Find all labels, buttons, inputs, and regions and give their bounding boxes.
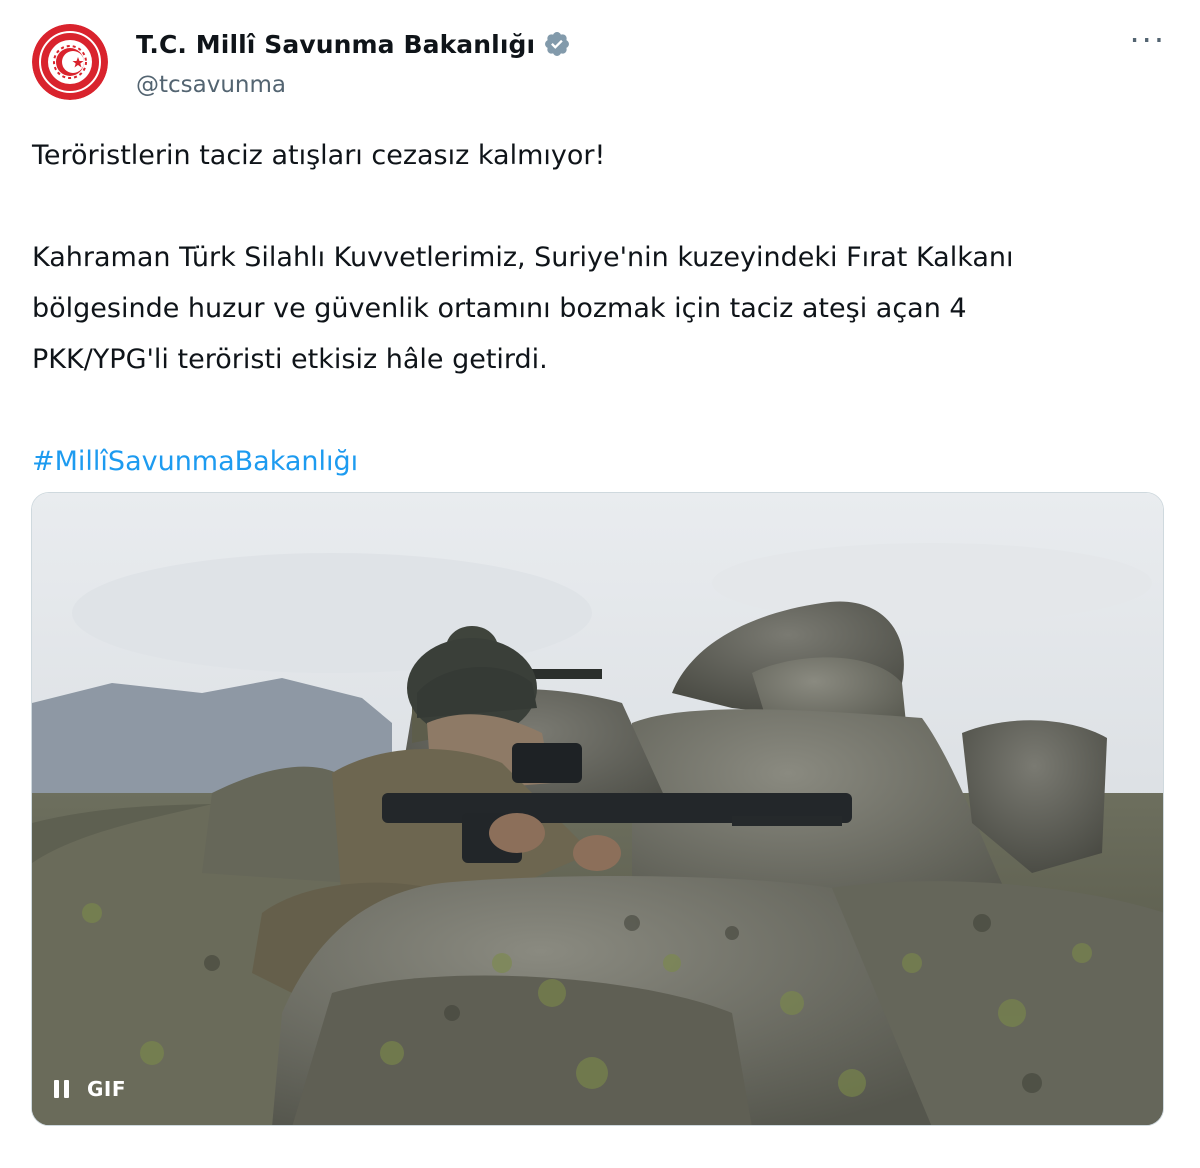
verified-badge-icon bbox=[545, 32, 570, 56]
gif-badge: GIF bbox=[87, 1077, 127, 1101]
tweet-text: Teröristlerin taciz atışları cezasız kal… bbox=[32, 130, 1152, 487]
author-block: T.C. Millî Savunma Bakanlığı @tcsavunma bbox=[136, 26, 571, 98]
avatar[interactable] bbox=[32, 24, 108, 100]
author-handle[interactable]: @tcsavunma bbox=[136, 72, 571, 98]
ministry-emblem-icon bbox=[32, 24, 108, 100]
tweet-line: PKK/YPG'li teröristi etkisiz hâle getird… bbox=[32, 344, 548, 375]
tweet-line: Kahraman Türk Silahlı Kuvvetlerimiz, Sur… bbox=[32, 242, 1014, 273]
hashtag-link[interactable]: #MillîSavunmaBakanlığı bbox=[32, 446, 358, 477]
pause-icon[interactable] bbox=[54, 1080, 69, 1098]
tweet-header: T.C. Millî Savunma Bakanlığı @tcsavunma … bbox=[32, 24, 1176, 104]
tweet-line: Teröristlerin taciz atışları cezasız kal… bbox=[32, 140, 606, 171]
tweet-media-gif[interactable]: GIF bbox=[31, 492, 1164, 1126]
author-display-name[interactable]: T.C. Millî Savunma Bakanlığı bbox=[136, 30, 535, 59]
soldiers-gif-image bbox=[32, 493, 1163, 1125]
tweet-card: T.C. Millî Savunma Bakanlığı @tcsavunma … bbox=[0, 0, 1200, 1168]
more-options-icon[interactable]: ··· bbox=[1129, 24, 1166, 56]
gif-controls: GIF bbox=[54, 1077, 126, 1101]
tweet-line: bölgesinde huzur ve güvenlik ortamını bo… bbox=[32, 293, 967, 324]
